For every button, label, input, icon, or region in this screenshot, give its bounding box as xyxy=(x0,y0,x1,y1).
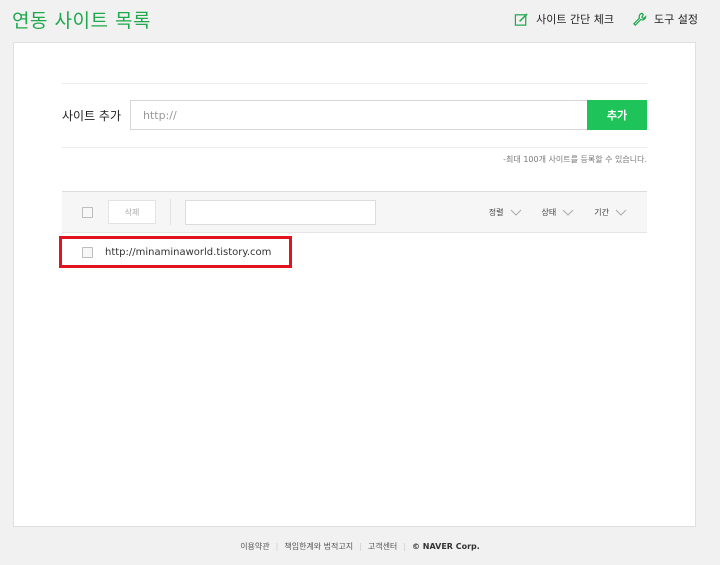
customer-center-link[interactable]: 고객센터 xyxy=(368,541,397,552)
site-limit-note: -최대 100개 사이트를 등록할 수 있습니다. xyxy=(503,155,647,164)
site-url[interactable]: http://minaminaworld.tistory.com xyxy=(105,247,271,258)
period-label: 기간 xyxy=(594,207,609,217)
divider xyxy=(62,147,647,148)
site-url-input[interactable] xyxy=(130,100,587,130)
wrench-icon xyxy=(633,12,647,26)
chevron-down-icon xyxy=(562,209,574,216)
delete-button[interactable]: 삭제 xyxy=(108,200,156,224)
period-dropdown[interactable]: 기간 xyxy=(594,207,627,218)
site-search-input[interactable] xyxy=(186,200,369,224)
select-all-checkbox[interactable] xyxy=(82,206,93,218)
sort-label: 정렬 xyxy=(488,207,504,217)
tool-settings-button[interactable]: 도구 설정 xyxy=(632,11,698,27)
terms-link[interactable]: 이용약관 xyxy=(240,541,269,552)
site-list-panel: 사이트 추가 추가 -최대 100개 사이트를 등록할 수 있습니다. 삭제 정… xyxy=(13,42,696,527)
site-quick-check-label: 사이트 간단 체크 xyxy=(536,13,615,26)
site-quick-check-button[interactable]: 사이트 간단 체크 xyxy=(514,11,614,27)
footer-separator: | xyxy=(275,542,279,551)
site-checkbox[interactable] xyxy=(82,246,93,258)
chevron-down-icon xyxy=(615,209,627,216)
site-search-box xyxy=(185,199,376,225)
add-site-label: 사이트 추가 xyxy=(62,108,122,123)
header-actions: 사이트 간단 체크 도구 설정 xyxy=(514,11,698,27)
tool-settings-label: 도구 설정 xyxy=(654,13,698,26)
page-title: 연동 사이트 목록 xyxy=(12,10,151,32)
footer-separator: | xyxy=(359,542,362,551)
footer-separator: | xyxy=(403,542,406,551)
legal-notice-link[interactable]: 책임한계와 법적고지 xyxy=(284,541,353,552)
sort-dropdown[interactable]: 정렬 xyxy=(489,207,522,218)
add-site-row: 사이트 추가 추가 xyxy=(62,100,647,130)
chevron-down-icon xyxy=(510,209,521,216)
edit-icon xyxy=(514,12,528,26)
footer: 이용약관 | 책임한계와 법적고지 | 고객센터 | © NAVER Corp. xyxy=(0,541,720,552)
divider xyxy=(62,83,647,84)
list-item: http://minaminaworld.tistory.com xyxy=(59,236,292,268)
status-dropdown[interactable]: 상태 xyxy=(542,207,575,218)
site-list-toolbar: 삭제 정렬 상태 기간 xyxy=(62,191,647,233)
filter-group: 정렬 상태 기간 xyxy=(489,207,627,218)
add-site-button[interactable]: 추가 xyxy=(587,100,647,130)
toolbar-divider xyxy=(170,199,171,225)
status-label: 상태 xyxy=(541,207,557,217)
copyright: © NAVER Corp. xyxy=(412,542,480,551)
